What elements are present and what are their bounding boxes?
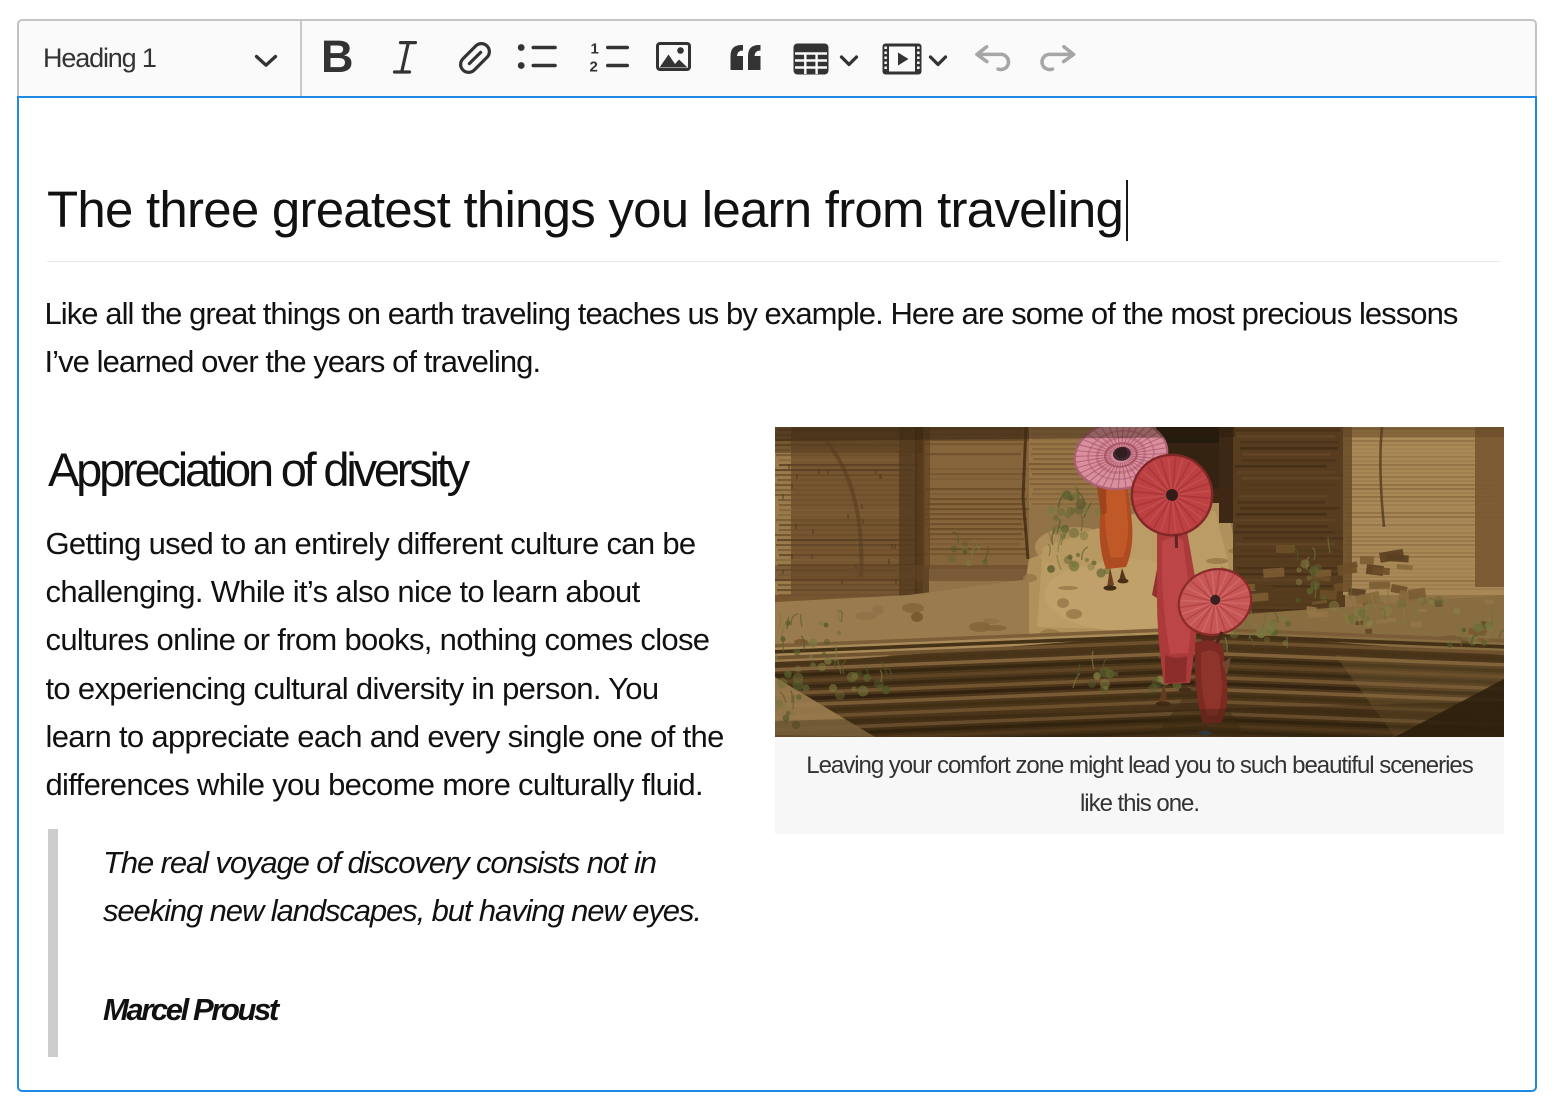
svg-text:1: 1 xyxy=(591,41,599,58)
svg-text:2: 2 xyxy=(590,59,598,75)
